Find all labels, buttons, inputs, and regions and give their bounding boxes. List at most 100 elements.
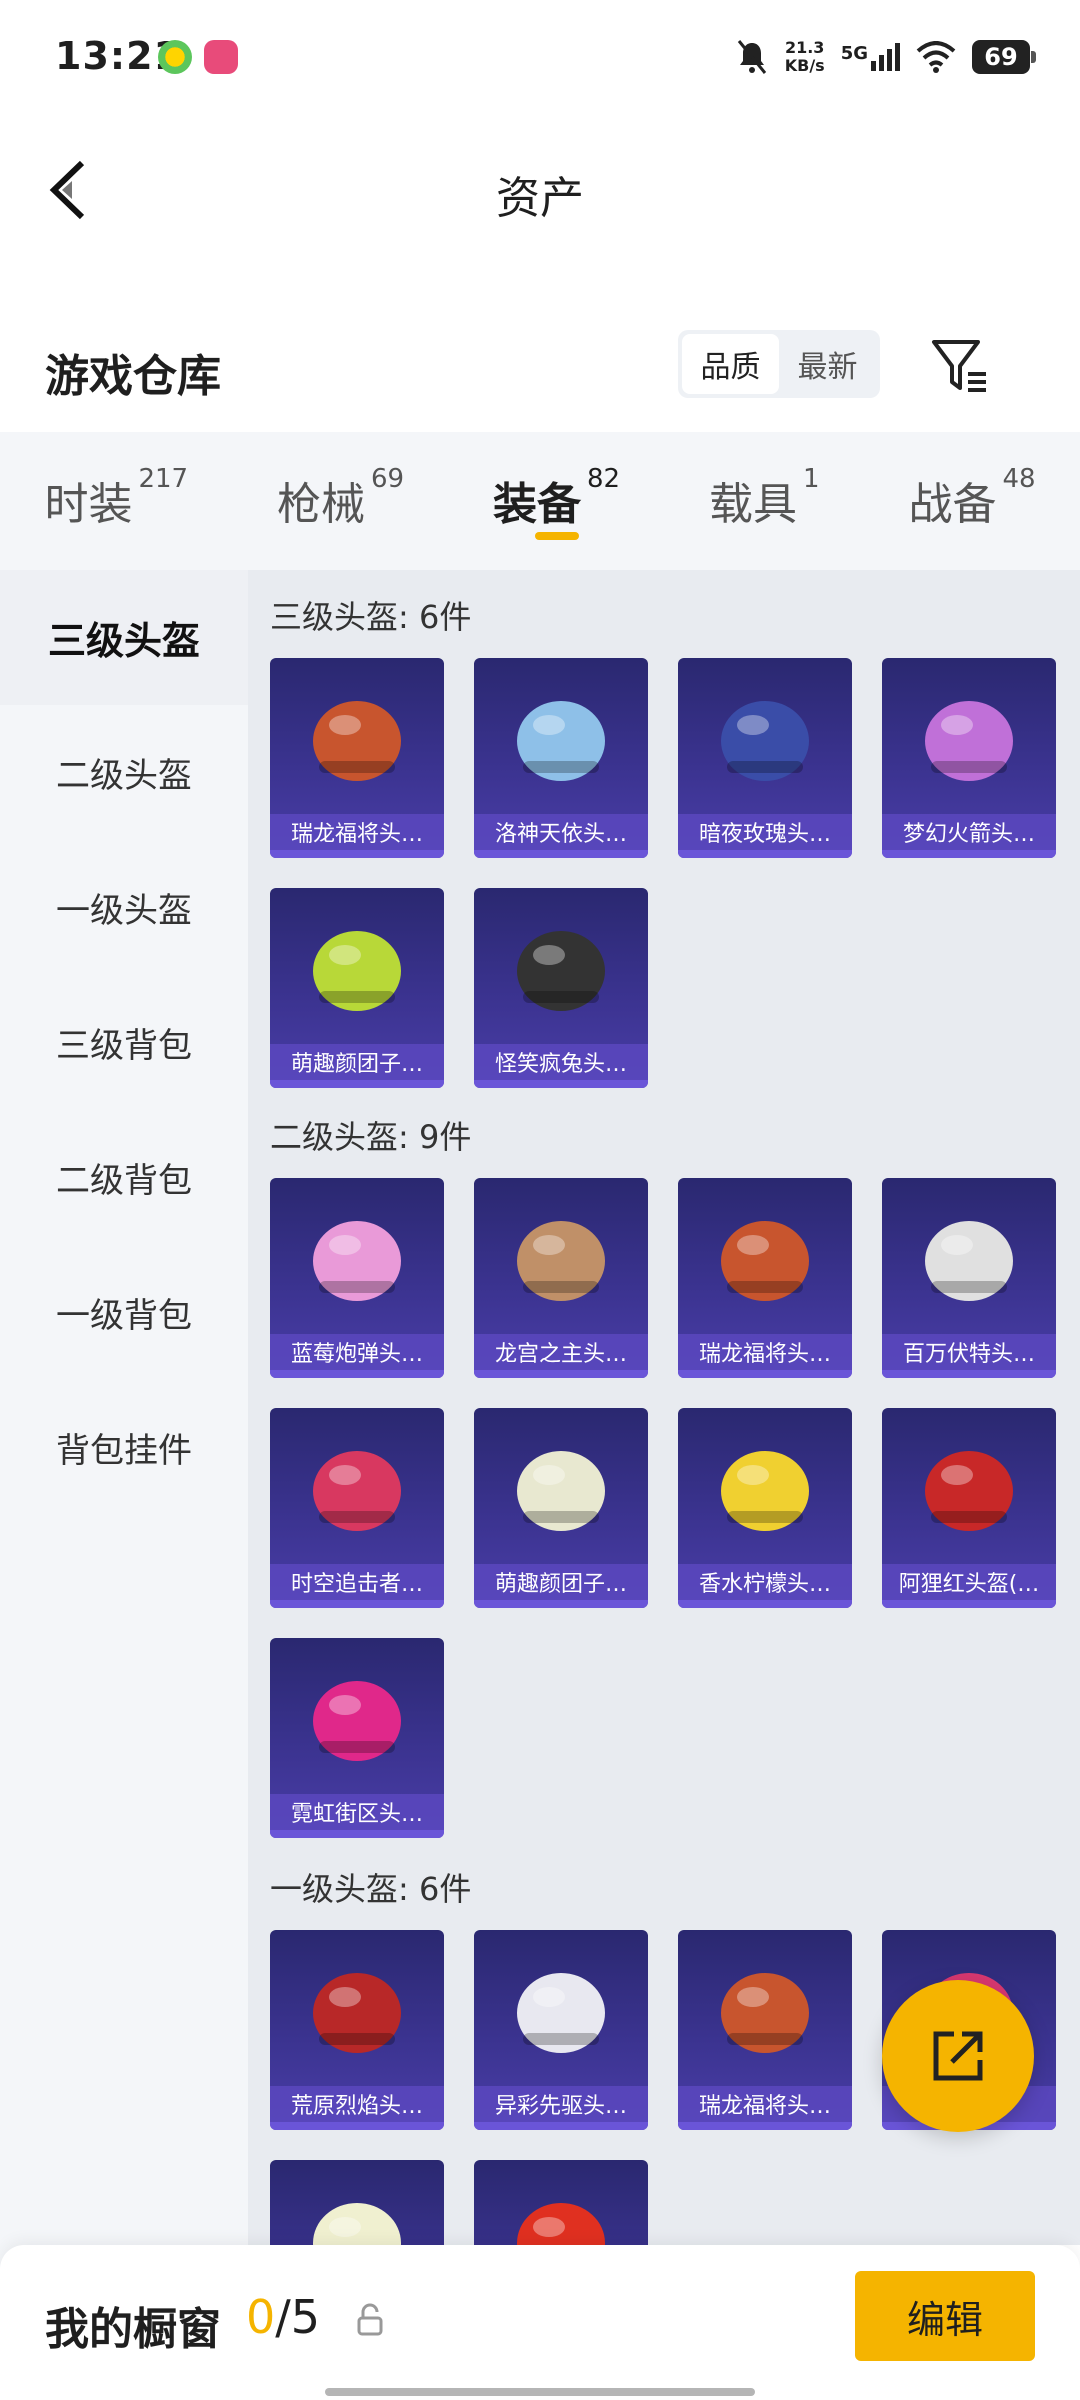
card-rarity-edge bbox=[474, 850, 648, 858]
item-name: 霓虹街区头… bbox=[270, 1794, 444, 1830]
item-name: 怪笑疯兔头… bbox=[474, 1044, 648, 1080]
item-card[interactable]: 萌趣颜团子… bbox=[270, 888, 444, 1088]
item-grid-level2: 蓝莓炮弹头… 龙宫之主头… 瑞龙福将头… 百万伏特头… 时空追击者… 萌趣颜团子… 香水柠檬… bbox=[270, 1178, 1080, 1838]
item-card[interactable]: 香水柠檬头… bbox=[678, 1408, 852, 1608]
share-button[interactable] bbox=[882, 1980, 1034, 2132]
game-notification-icon bbox=[204, 40, 238, 74]
lock-icon bbox=[357, 2303, 383, 2336]
tab-equipment[interactable]: 装备 82 bbox=[493, 464, 620, 540]
helmet-image bbox=[474, 1930, 648, 2090]
item-card[interactable]: 荒原烈焰头… bbox=[270, 1930, 444, 2130]
item-card[interactable]: 瑞龙福将头… bbox=[678, 1178, 852, 1378]
app-notification-icon bbox=[158, 40, 192, 74]
item-card[interactable]: 瑞龙福将头… bbox=[270, 658, 444, 858]
battery-indicator: 69 bbox=[972, 40, 1036, 74]
card-rarity-edge bbox=[270, 1080, 444, 1088]
tab-supplies[interactable]: 战备 48 bbox=[908, 464, 1035, 532]
helmet-image bbox=[678, 1178, 852, 1338]
card-rarity-edge bbox=[678, 2122, 852, 2130]
item-name: 瑞龙福将头… bbox=[678, 1334, 852, 1370]
helmet-image bbox=[678, 1408, 852, 1568]
warehouse-header: 游戏仓库 品质 最新 bbox=[0, 310, 1080, 420]
card-rarity-edge bbox=[678, 1370, 852, 1378]
item-card[interactable]: 百万伏特头… bbox=[882, 1178, 1056, 1378]
card-rarity-edge bbox=[678, 850, 852, 858]
helmet-image bbox=[882, 1408, 1056, 1568]
item-name: 龙宫之主头… bbox=[474, 1334, 648, 1370]
sidebar-item-level2-helmet[interactable]: 二级头盔 bbox=[0, 705, 248, 840]
sidebar-item-level3-helmet[interactable]: 三级头盔 bbox=[0, 570, 248, 705]
item-card[interactable]: 瑞龙福将头… bbox=[678, 1930, 852, 2130]
mute-bell-icon bbox=[737, 40, 766, 74]
card-rarity-edge bbox=[270, 1370, 444, 1378]
helmet-image bbox=[270, 1930, 444, 2090]
sidebar-item-level2-backpack[interactable]: 二级背包 bbox=[0, 1110, 248, 1245]
sidebar-item-level1-helmet[interactable]: 一级头盔 bbox=[0, 840, 248, 975]
card-rarity-edge bbox=[474, 1600, 648, 1608]
tab-vehicles[interactable]: 载具 1 bbox=[709, 464, 820, 532]
sort-toggle: 品质 最新 bbox=[678, 330, 880, 398]
card-rarity-edge bbox=[882, 1600, 1056, 1608]
top-app-bar: 资产 bbox=[0, 110, 1080, 270]
tab-fashion[interactable]: 时装 217 bbox=[44, 464, 188, 532]
card-rarity-edge bbox=[882, 850, 1056, 858]
item-name: 荒原烈焰头… bbox=[270, 2086, 444, 2122]
item-card[interactable]: 蓝莓炮弹头… bbox=[270, 1178, 444, 1378]
helmet-image bbox=[882, 1178, 1056, 1338]
item-card[interactable] bbox=[474, 2160, 648, 2245]
signal-icon: 5G bbox=[841, 43, 900, 71]
home-indicator bbox=[325, 2388, 755, 2396]
item-card[interactable]: 阿狸红头盔(… bbox=[882, 1408, 1056, 1608]
sidebar-item-level3-backpack[interactable]: 三级背包 bbox=[0, 975, 248, 1110]
item-card[interactable]: 萌趣颜团子… bbox=[474, 1408, 648, 1608]
helmet-image bbox=[270, 1408, 444, 1568]
helmet-image bbox=[882, 658, 1056, 818]
item-name: 梦幻火箭头… bbox=[882, 814, 1056, 850]
group-title-level1: 一级头盔: 6件 bbox=[270, 1870, 472, 1908]
card-rarity-edge bbox=[474, 2122, 648, 2130]
item-card[interactable]: 洛神天依头… bbox=[474, 658, 648, 858]
showcase-count: 0/5 bbox=[246, 2290, 321, 2344]
category-tabs: 时装 217 枪械 69 装备 82 载具 1 战备 48 bbox=[0, 432, 1080, 570]
edit-button[interactable]: 编辑 bbox=[855, 2271, 1035, 2361]
item-card[interactable]: 暗夜玫瑰头… bbox=[678, 658, 852, 858]
item-card[interactable]: 异彩先驱头… bbox=[474, 1930, 648, 2130]
item-card[interactable] bbox=[270, 2160, 444, 2245]
item-name: 百万伏特头… bbox=[882, 1334, 1056, 1370]
item-name: 蓝莓炮弹头… bbox=[270, 1334, 444, 1370]
showcase-title: 我的橱窗 bbox=[45, 2304, 221, 2355]
helmet-image bbox=[474, 1408, 648, 1568]
item-name: 萌趣颜团子… bbox=[270, 1044, 444, 1080]
card-rarity-edge bbox=[270, 1600, 444, 1608]
item-card[interactable]: 时空追击者… bbox=[270, 1408, 444, 1608]
filter-icon bbox=[932, 340, 986, 392]
item-name: 萌趣颜团子… bbox=[474, 1564, 648, 1600]
page-title: 资产 bbox=[496, 173, 584, 224]
sort-newest-button[interactable]: 最新 bbox=[779, 334, 876, 394]
item-card[interactable]: 龙宫之主头… bbox=[474, 1178, 648, 1378]
sidebar-item-level1-backpack[interactable]: 一级背包 bbox=[0, 1245, 248, 1380]
item-name: 香水柠檬头… bbox=[678, 1564, 852, 1600]
helmet-image bbox=[270, 1638, 444, 1798]
item-name: 洛神天依头… bbox=[474, 814, 648, 850]
helmet-image bbox=[678, 658, 852, 818]
active-tab-indicator bbox=[535, 532, 579, 540]
network-speed: 21.3 KB/s bbox=[784, 38, 825, 75]
showcase-bar: 我的橱窗 0/5 编辑 bbox=[0, 2245, 1080, 2400]
item-name: 瑞龙福将头… bbox=[678, 2086, 852, 2122]
item-card[interactable]: 梦幻火箭头… bbox=[882, 658, 1056, 858]
tab-firearms[interactable]: 枪械 69 bbox=[277, 464, 404, 532]
helmet-image bbox=[678, 1930, 852, 2090]
group-title-level3: 三级头盔: 6件 bbox=[270, 598, 472, 636]
sort-quality-button[interactable]: 品质 bbox=[682, 334, 779, 394]
card-rarity-edge bbox=[270, 850, 444, 858]
sidebar-item-backpack-charm[interactable]: 背包挂件 bbox=[0, 1380, 248, 1515]
item-name: 阿狸红头盔(… bbox=[882, 1564, 1056, 1600]
helmet-image bbox=[474, 2160, 648, 2245]
wifi-icon bbox=[916, 41, 956, 73]
item-card[interactable]: 霓虹街区头… bbox=[270, 1638, 444, 1838]
card-rarity-edge bbox=[474, 1370, 648, 1378]
item-name: 暗夜玫瑰头… bbox=[678, 814, 852, 850]
item-card[interactable]: 怪笑疯兔头… bbox=[474, 888, 648, 1088]
filter-button[interactable] bbox=[930, 336, 992, 396]
